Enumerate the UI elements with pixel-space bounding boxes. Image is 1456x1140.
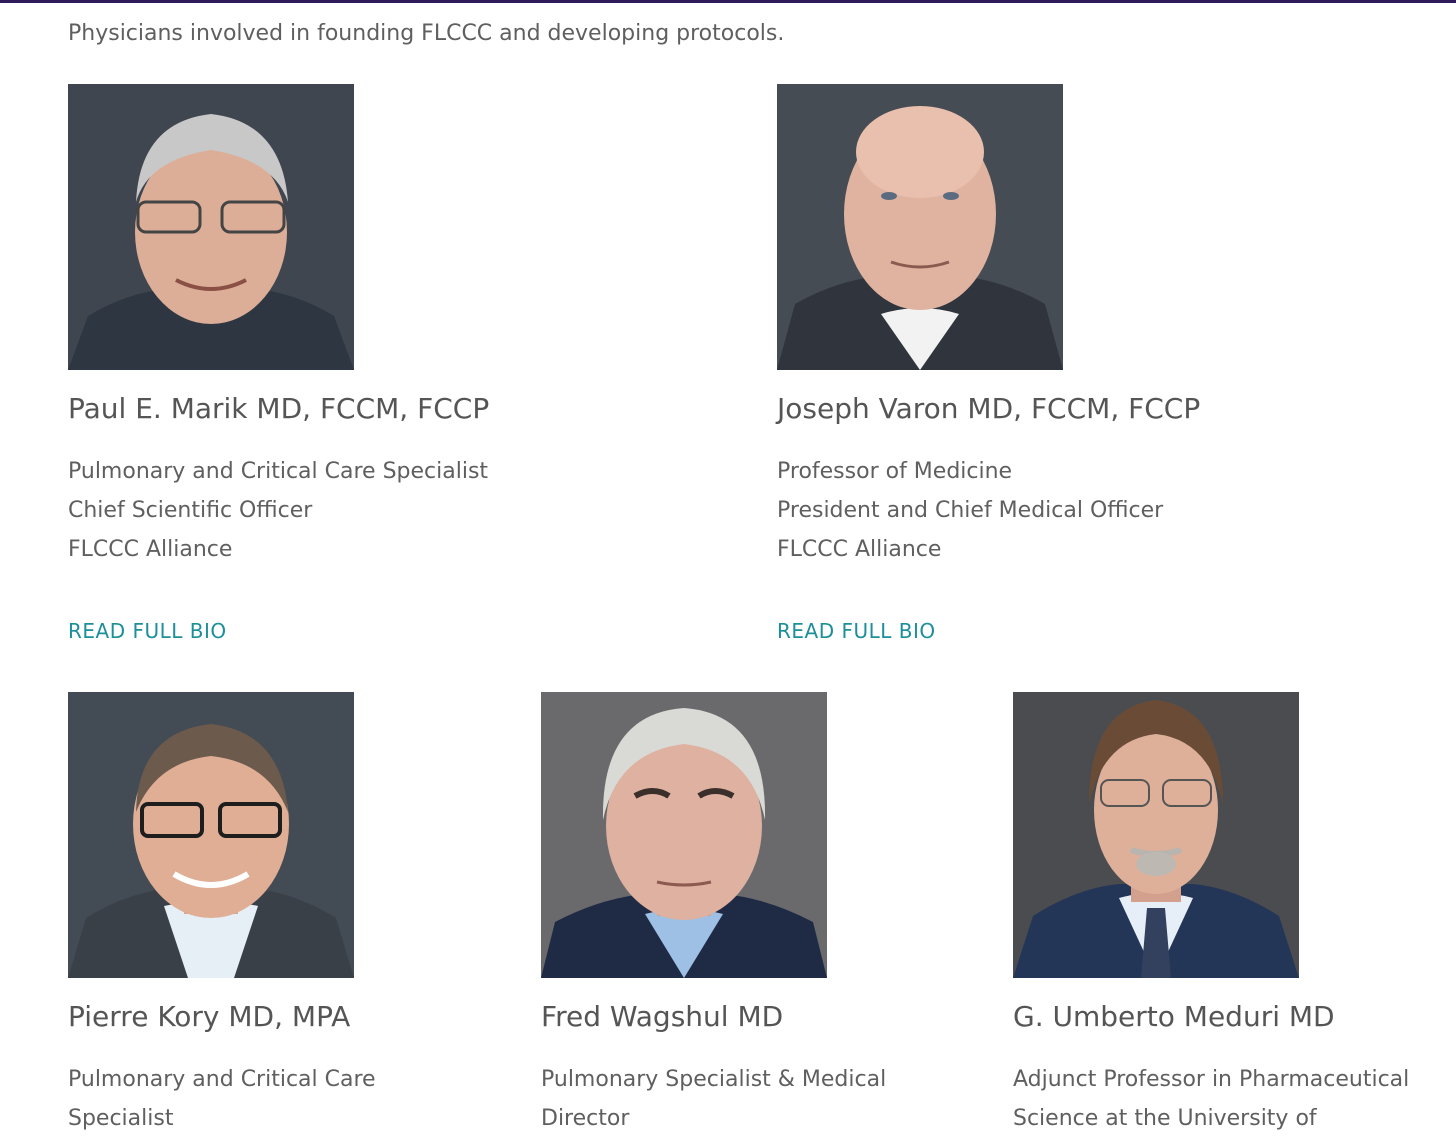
portrait-photo (541, 692, 827, 978)
member-title-line: Adjunct Professor in Pharmaceutical (1013, 1067, 1410, 1092)
portrait-photo (1013, 692, 1299, 978)
member-card: Joseph Varon MD, FCCM, FCCP Professor of… (777, 84, 1200, 643)
member-card: Fred Wagshul MD Pulmonary Specialist & M… (541, 692, 886, 1131)
member-card: Paul E. Marik MD, FCCM, FCCP Pulmonary a… (68, 84, 489, 643)
member-name: Fred Wagshul MD (541, 1000, 784, 1033)
read-full-bio-link[interactable]: READ FULL BIO (68, 619, 227, 643)
member-title-line: Professor of Medicine (777, 459, 1013, 484)
member-name: Pierre Kory MD, MPA (68, 1000, 351, 1033)
portrait-photo (68, 692, 354, 978)
member-title-line: Director (541, 1106, 630, 1131)
member-title-line: President and Chief Medical Officer (777, 498, 1164, 523)
member-title-line: Chief Scientific Officer (68, 498, 313, 523)
member-card: Pierre Kory MD, MPA Pulmonary and Critic… (68, 692, 376, 1131)
member-title-line: Pulmonary and Critical Care Specialist (68, 459, 489, 484)
member-name: Joseph Varon MD, FCCM, FCCP (777, 392, 1201, 425)
member-title-line: FLCCC Alliance (68, 537, 233, 562)
portrait-photo (777, 84, 1063, 370)
member-title-line: Pulmonary and Critical Care (68, 1067, 376, 1092)
member-title-line: Science at the University of (1013, 1106, 1317, 1131)
member-title-line: FLCCC Alliance (777, 537, 942, 562)
top-accent-bar (0, 0, 1456, 3)
member-title-line: Pulmonary Specialist & Medical (541, 1067, 887, 1092)
member-name: Paul E. Marik MD, FCCM, FCCP (68, 392, 490, 425)
member-title-line: Specialist (68, 1106, 174, 1131)
member-card: G. Umberto Meduri MD Adjunct Professor i… (1013, 692, 1409, 1131)
intro-text: Physicians involved in founding FLCCC an… (68, 21, 785, 46)
member-name: G. Umberto Meduri MD (1013, 1000, 1335, 1033)
portrait-photo (68, 84, 354, 370)
read-full-bio-link[interactable]: READ FULL BIO (777, 619, 936, 643)
